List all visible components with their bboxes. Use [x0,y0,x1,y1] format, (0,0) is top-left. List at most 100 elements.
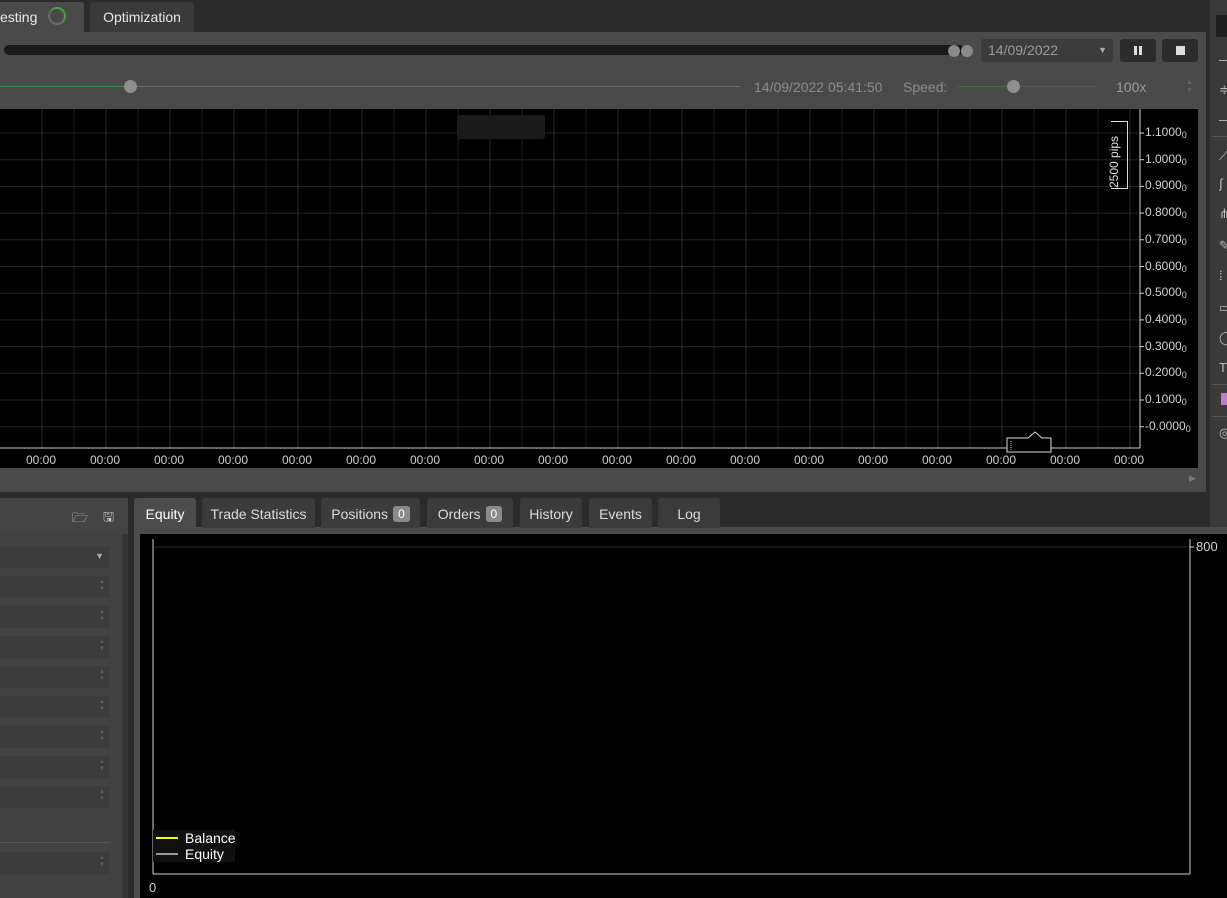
tab-label: Orders [437,506,481,522]
parameter-field[interactable]: ▲ ▼ [0,696,110,718]
text-icon[interactable]: T [1219,360,1227,375]
x-tick-label: 00:00 [474,453,505,467]
y-tick-label: 0.90000 [1145,178,1187,194]
date-select[interactable]: 14/09/2022 ▼ [981,39,1113,62]
pause-button[interactable] [1120,39,1156,62]
count-badge: 0 [485,506,503,522]
x-tick-label: 00:00 [858,453,889,467]
pips-ruler-label: 2500 pips [1107,135,1121,188]
tab-optimization[interactable]: Optimization [90,2,194,32]
tab-backtesting[interactable]: esting [0,2,84,32]
progress-start-handle[interactable] [948,45,960,57]
y-tick-label: 0.80000 [1145,205,1187,221]
stepper-icon: ▲ ▼ [99,579,105,592]
x-tick-label: 00:00 [1050,453,1081,467]
speed-slider-handle[interactable] [1007,80,1020,93]
speed-spinner[interactable]: ▲ ▼ [1186,79,1193,95]
progress-end-handle[interactable] [961,45,973,57]
stepper-icon: ▲ ▼ [99,609,105,622]
fibonacci-icon[interactable]: ≑ [1219,82,1227,98]
y-tick-label: 1.00000 [1145,151,1187,167]
y-tick-label-suffix: 0 [1181,156,1187,167]
parameter-field[interactable]: ▲ ▼ [0,606,110,628]
x-tick-label: 00:00 [410,453,441,467]
time-marker[interactable] [1004,431,1054,455]
x-tick-label: 00:00 [218,453,249,467]
tab-trade-statistics[interactable]: Trade Statistics [202,498,315,528]
parameters-divider [0,842,110,843]
pen-icon[interactable]: ✎ [1219,238,1227,254]
tab-equity[interactable]: Equity [134,498,196,528]
parameter-field[interactable]: ▲ ▼ [0,786,110,808]
y-tick-label-suffix: 0 [1181,370,1187,381]
y-tick-label-suffix: 0 [1181,236,1187,247]
tab-events[interactable]: Events [589,498,652,528]
save-icon[interactable]: 🖫 [103,508,114,530]
parameter-field[interactable]: ▲ ▼ [0,636,110,658]
channel-icon[interactable]: ⁞ [1219,268,1227,283]
parameter-field[interactable]: ▲ ▼ [0,756,110,778]
equity-x-tick: 0 [149,880,157,895]
tab-history[interactable]: History [520,498,582,528]
price-chart[interactable] [0,109,1198,468]
x-tick-label: 00:00 [666,453,697,467]
parameter-field[interactable]: ▲ ▼ [0,666,110,688]
price-chart-grid [0,109,1144,449]
x-tick-label: 00:00 [90,453,121,467]
color-picker-icon[interactable] [1221,393,1227,405]
folder-icon[interactable]: 🗁 [72,509,88,531]
parameter-field[interactable]: ▲ ▼ [0,852,110,874]
equity-y-tick: 800 [1196,539,1218,554]
parameters-scrollbar[interactable] [123,534,128,898]
equity-chart[interactable] [140,534,1227,898]
balance-legend-swatch [156,837,178,839]
balance-legend-label: Balance [185,830,236,846]
y-tick-label: 0.30000 [1145,338,1187,354]
y-tick-label-suffix: 0 [1181,343,1187,354]
parameter-field[interactable]: ▲ ▼ [0,726,110,748]
speed-track-filled [958,86,1014,87]
ellipse-icon[interactable]: ◯ [1219,330,1227,346]
y-tick-label: -0.00000 [1145,418,1191,434]
stepper-icon: ▲ ▼ [99,639,105,652]
position-slider-handle[interactable] [124,80,137,93]
parameter-field[interactable]: ▲ ▼ [0,576,110,598]
curve-icon[interactable]: ∫ [1219,176,1227,191]
rectangle-icon[interactable]: ▭ [1219,300,1227,316]
x-tick-label: 00:00 [922,453,953,467]
tab-label: Positions [331,506,389,522]
scroll-right-icon[interactable]: ▶ [1189,473,1196,484]
horizontal-line-icon[interactable]: — [1219,52,1227,67]
tab-label: History [529,506,573,522]
tab-positions[interactable]: Positions 0 [321,498,420,528]
position-track-filled [0,86,130,87]
simulation-time: 14/09/2022 05:41:50 [754,79,883,95]
y-tick-label: 0.60000 [1145,258,1187,274]
trend-line-icon[interactable]: ⟋ [1219,148,1227,164]
x-tick-label: 00:00 [1114,453,1145,467]
y-tick-label-suffix: 0 [1181,397,1187,407]
tab-label: Events [599,506,642,522]
progress-bar[interactable] [4,45,964,55]
y-tick-label: 0.50000 [1145,285,1187,301]
settings-icon[interactable]: ◎ [1219,425,1227,441]
toolbar-separator [1212,384,1227,385]
tab-label: Equity [145,506,185,522]
vertical-line-icon[interactable]: — [1219,112,1227,127]
stop-button[interactable] [1162,39,1198,62]
pitchfork-icon[interactable]: ⋔ [1219,206,1227,222]
y-tick-label: 0.40000 [1145,311,1187,327]
equity-legend: Balance Equity [153,830,236,862]
tab-log[interactable]: Log [658,498,720,528]
speed-label: Speed: [903,79,948,95]
y-tick-label: 0.20000 [1145,365,1187,381]
y-tick-label: 0.10000 [1145,392,1187,407]
pause-icon [1134,46,1137,55]
toolbar-cursor-icon[interactable] [1216,15,1227,37]
position-slider-track[interactable] [130,86,740,87]
tab-orders[interactable]: Orders 0 [427,498,513,528]
parameter-select[interactable]: ▼ [0,546,110,568]
stepper-icon: ▲ ▼ [99,669,105,682]
y-tick-label-suffix: 0 [1181,290,1187,301]
count-badge: 0 [393,506,410,522]
